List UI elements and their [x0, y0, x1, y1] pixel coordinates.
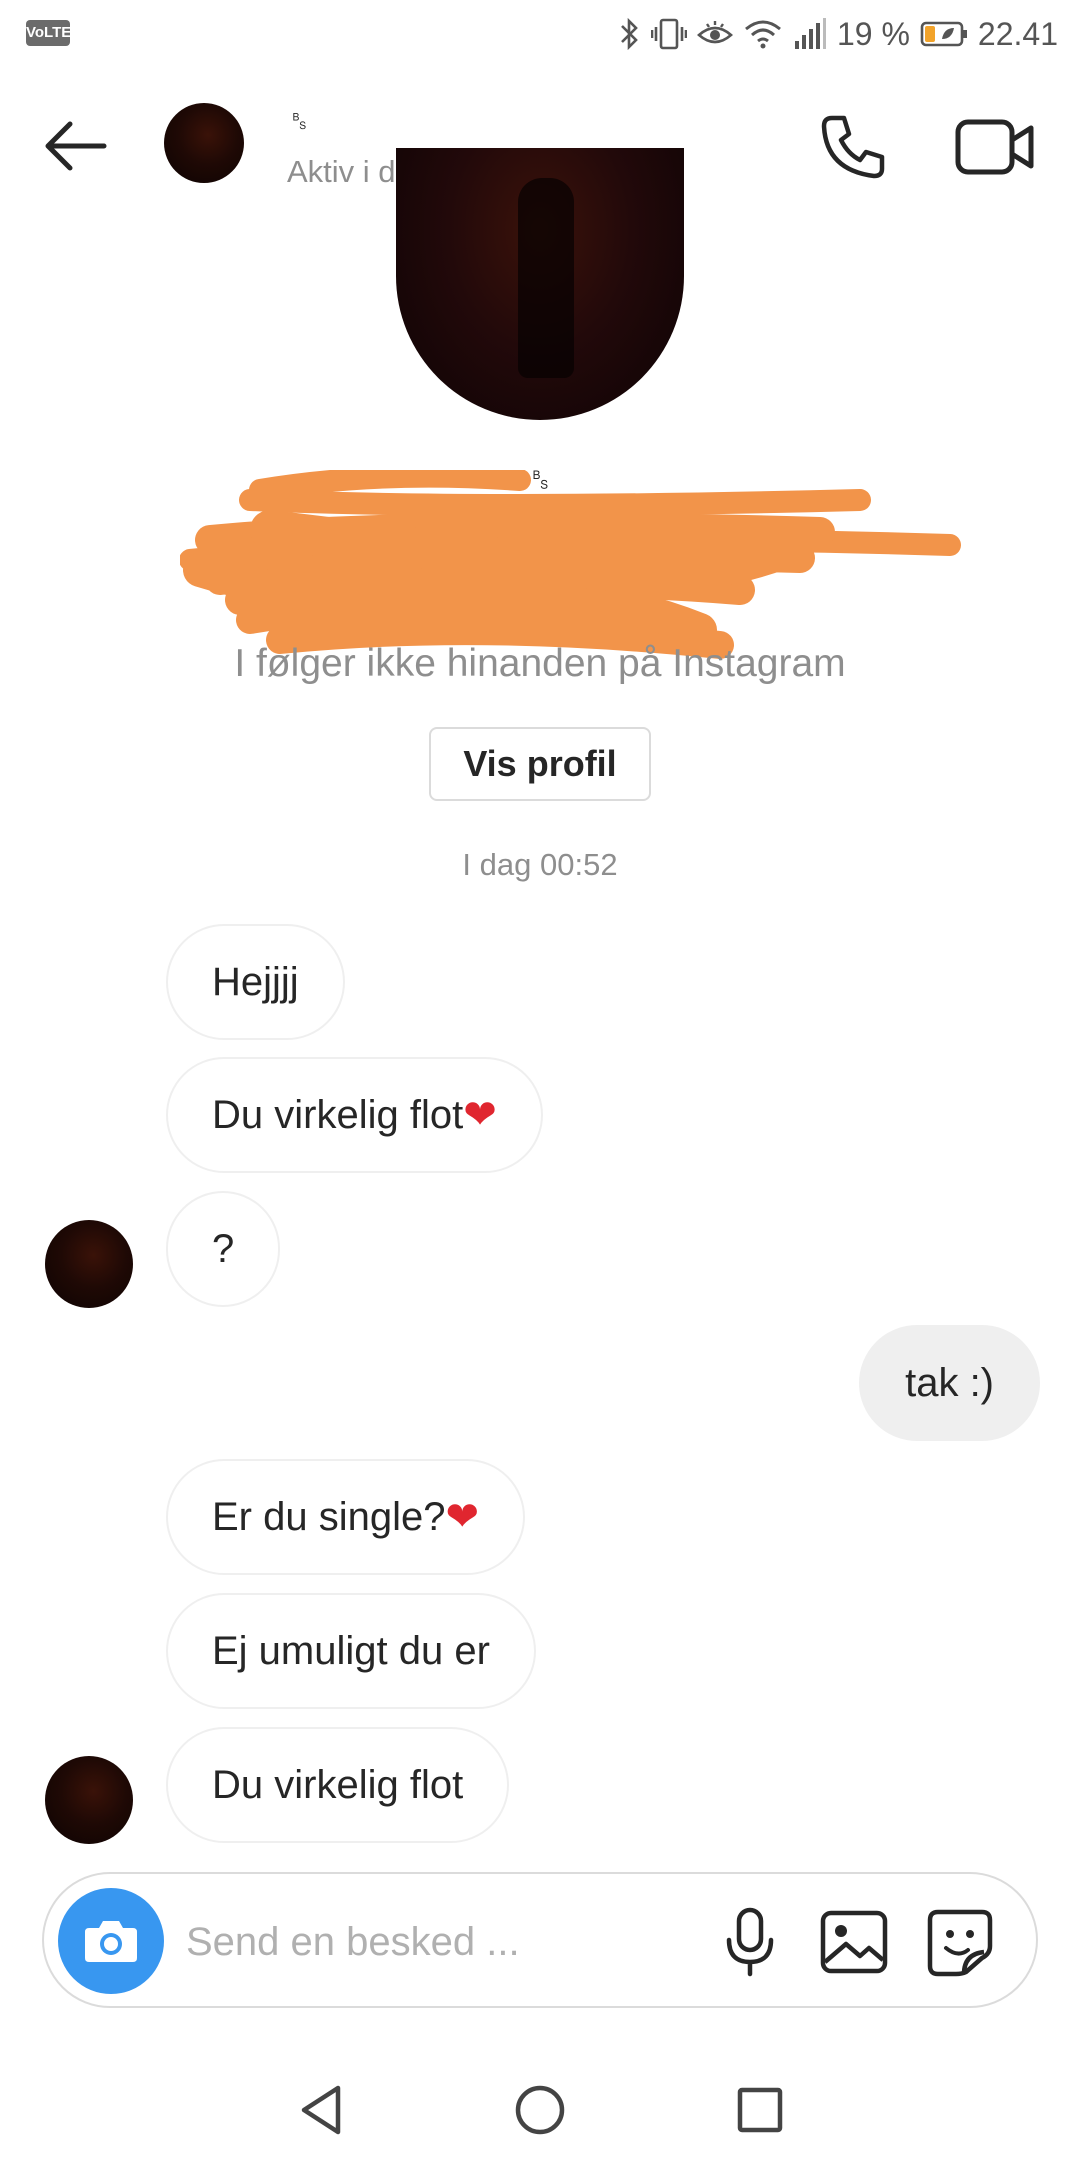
system-navigation-bar	[0, 2060, 1080, 2160]
sent-message-bubble[interactable]: tak :)	[859, 1325, 1040, 1441]
back-arrow-icon[interactable]	[40, 116, 112, 176]
message-text: Du virkelig flot	[212, 1763, 464, 1807]
direct-message-screen: VoLTE 19 % 22.41 ␈ Aktiv i dag ␈ I følge…	[0, 0, 1080, 2160]
message-text: ?	[212, 1227, 235, 1271]
heart-emoji: ❤	[463, 1093, 497, 1137]
nav-back-icon[interactable]	[292, 2080, 352, 2140]
message-text: Du virkelig flot	[212, 1093, 464, 1137]
battery-icon	[920, 21, 967, 47]
nav-home-icon[interactable]	[510, 2080, 570, 2140]
status-bar: VoLTE 19 % 22.41	[0, 0, 1080, 66]
profile-photo[interactable]	[396, 148, 684, 420]
message-bubble[interactable]: Er du single?❤	[166, 1459, 525, 1575]
message-input[interactable]	[186, 1904, 706, 1980]
redaction-scribble	[180, 470, 961, 659]
message-bubble[interactable]: Du virkelig flot❤	[166, 1057, 543, 1173]
clock: 22.41	[977, 15, 1058, 52]
gallery-icon[interactable]	[816, 1904, 892, 1980]
phone-icon[interactable]	[818, 112, 888, 182]
message-bubble[interactable]: Ej umuligt du er	[166, 1593, 536, 1709]
message-text: Ej umuligt du er	[212, 1629, 490, 1673]
message-text: Hejjjj	[212, 960, 299, 1004]
avatar[interactable]	[164, 103, 244, 183]
message-composer	[42, 1872, 1038, 2008]
avatar[interactable]	[45, 1220, 133, 1308]
conversation-timestamp: I dag 00:52	[462, 847, 618, 882]
message-text: Er du single?	[212, 1495, 446, 1539]
bluetooth-icon	[621, 17, 638, 51]
sticker-icon[interactable]	[922, 1904, 998, 1980]
battery-percent: 19 %	[836, 15, 910, 52]
microphone-icon[interactable]	[712, 1904, 788, 1980]
message-text: tak :)	[905, 1361, 994, 1405]
status-icons: 19 % 22.41	[619, 14, 1058, 54]
message-bubble[interactable]: Du virkelig flot	[166, 1727, 510, 1843]
follow-status-note: I følger ikke hinanden på Instagram	[234, 642, 846, 685]
view-profile-button[interactable]: Vis profil	[429, 727, 651, 801]
message-bubble[interactable]: ?	[166, 1191, 281, 1307]
signal-icon	[794, 18, 826, 49]
nav-recents-icon[interactable]	[730, 2080, 790, 2140]
volte-badge: VoLTE	[26, 20, 71, 46]
heart-emoji: ❤	[445, 1495, 479, 1539]
contact-name[interactable]: ␈	[287, 106, 311, 140]
avatar[interactable]	[45, 1756, 133, 1844]
camera-button[interactable]	[58, 1888, 164, 1994]
eye-comfort-icon	[697, 21, 733, 44]
camera-icon	[85, 1921, 137, 1962]
wifi-icon	[745, 20, 781, 49]
vibrate-icon	[650, 18, 687, 50]
video-camera-icon[interactable]	[955, 112, 1035, 182]
message-bubble[interactable]: Hejjjj	[166, 924, 345, 1040]
